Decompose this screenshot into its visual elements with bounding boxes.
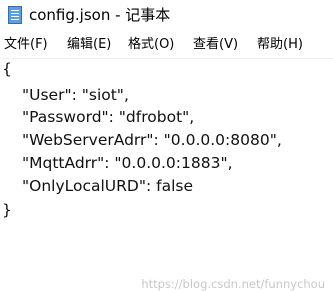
watermark-text: https://blog.csdn.net/funnychou [141, 277, 325, 291]
window-title: config.json - 记事本 [29, 6, 171, 24]
text-editor-area[interactable]: { "User": "siot", "Password": "dfrobot",… [0, 59, 333, 291]
menu-file[interactable]: 文件(F) [4, 36, 48, 54]
menu-help[interactable]: 帮助(H) [257, 36, 303, 54]
code-line: { [2, 60, 12, 78]
code-line: "WebServerAdrr": "0.0.0.0:8080", [22, 131, 282, 149]
code-line: "MqttAdrr": "0.0.0.0:1883", [22, 154, 233, 172]
code-line: } [2, 201, 12, 219]
code-line: "Password": "dfrobot", [22, 108, 195, 126]
menu-format[interactable]: 格式(O) [128, 36, 174, 54]
menu-view[interactable]: 查看(V) [193, 36, 238, 54]
title-bar: config.json - 记事本 [0, 0, 333, 32]
code-line: "User": "siot", [22, 86, 129, 104]
code-line: "OnlyLocalURD": false [22, 177, 194, 195]
menu-edit[interactable]: 编辑(E) [67, 36, 111, 54]
menu-bar: 文件(F) 编辑(E) 格式(O) 查看(V) 帮助(H) [0, 33, 333, 57]
notepad-icon [8, 6, 22, 24]
